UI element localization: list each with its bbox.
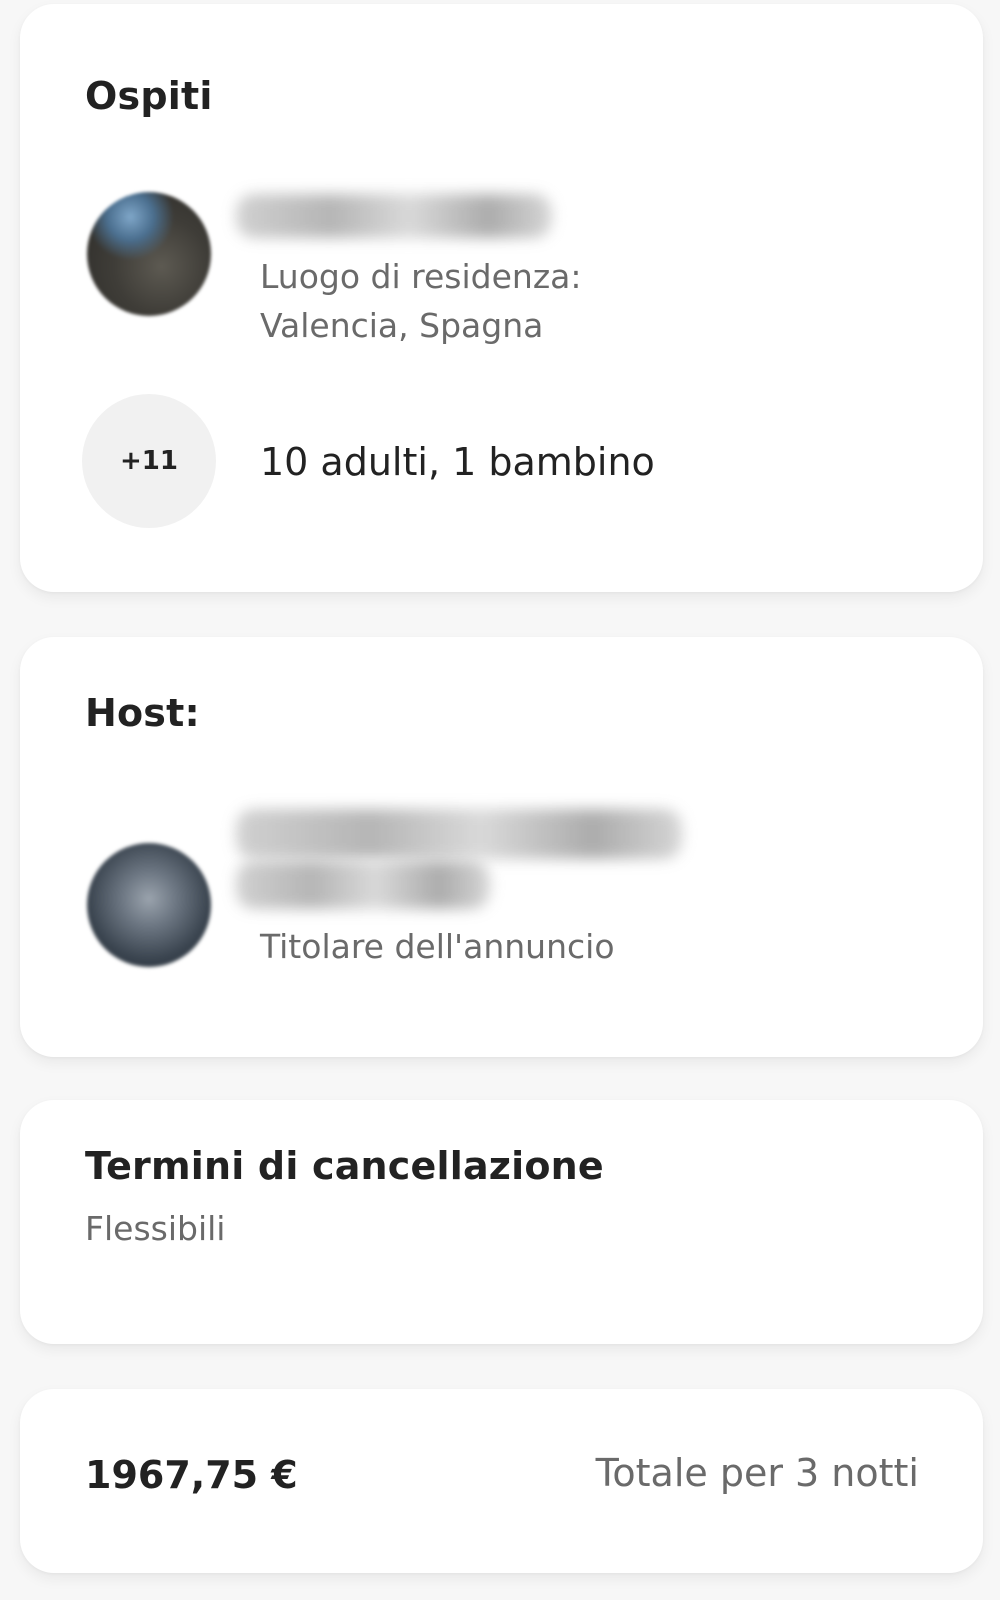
- guests-title: Ospiti: [85, 74, 213, 118]
- cancellation-title: Termini di cancellazione: [85, 1144, 604, 1188]
- guest-residence-label: Luogo di residenza:: [260, 257, 582, 296]
- host-name-blurred-line-1: [236, 809, 682, 859]
- guest-residence-value: Valencia, Spagna: [260, 306, 544, 345]
- host-title: Host:: [85, 691, 200, 735]
- guests-card: Ospiti Luogo di residenza: Valencia, Spa…: [20, 4, 983, 592]
- total-card[interactable]: 1967,75 € Totale per 3 notti: [20, 1389, 983, 1573]
- host-card: Host: Titolare dell'annuncio: [20, 637, 983, 1057]
- host-role: Titolare dell'annuncio: [260, 927, 615, 966]
- guest-avatar[interactable]: [87, 192, 211, 316]
- guest-summary: 10 adulti, 1 bambino: [260, 440, 655, 484]
- cancellation-policy: Flessibili: [85, 1209, 226, 1248]
- cancellation-card[interactable]: Termini di cancellazione Flessibili: [20, 1100, 983, 1344]
- extra-guests-badge[interactable]: +11: [82, 394, 216, 528]
- host-name-blurred-line-2: [236, 861, 490, 909]
- guest-name-blurred: [236, 194, 552, 238]
- total-price: 1967,75 €: [85, 1453, 298, 1497]
- host-avatar[interactable]: [87, 843, 211, 967]
- total-label: Totale per 3 notti: [595, 1451, 919, 1495]
